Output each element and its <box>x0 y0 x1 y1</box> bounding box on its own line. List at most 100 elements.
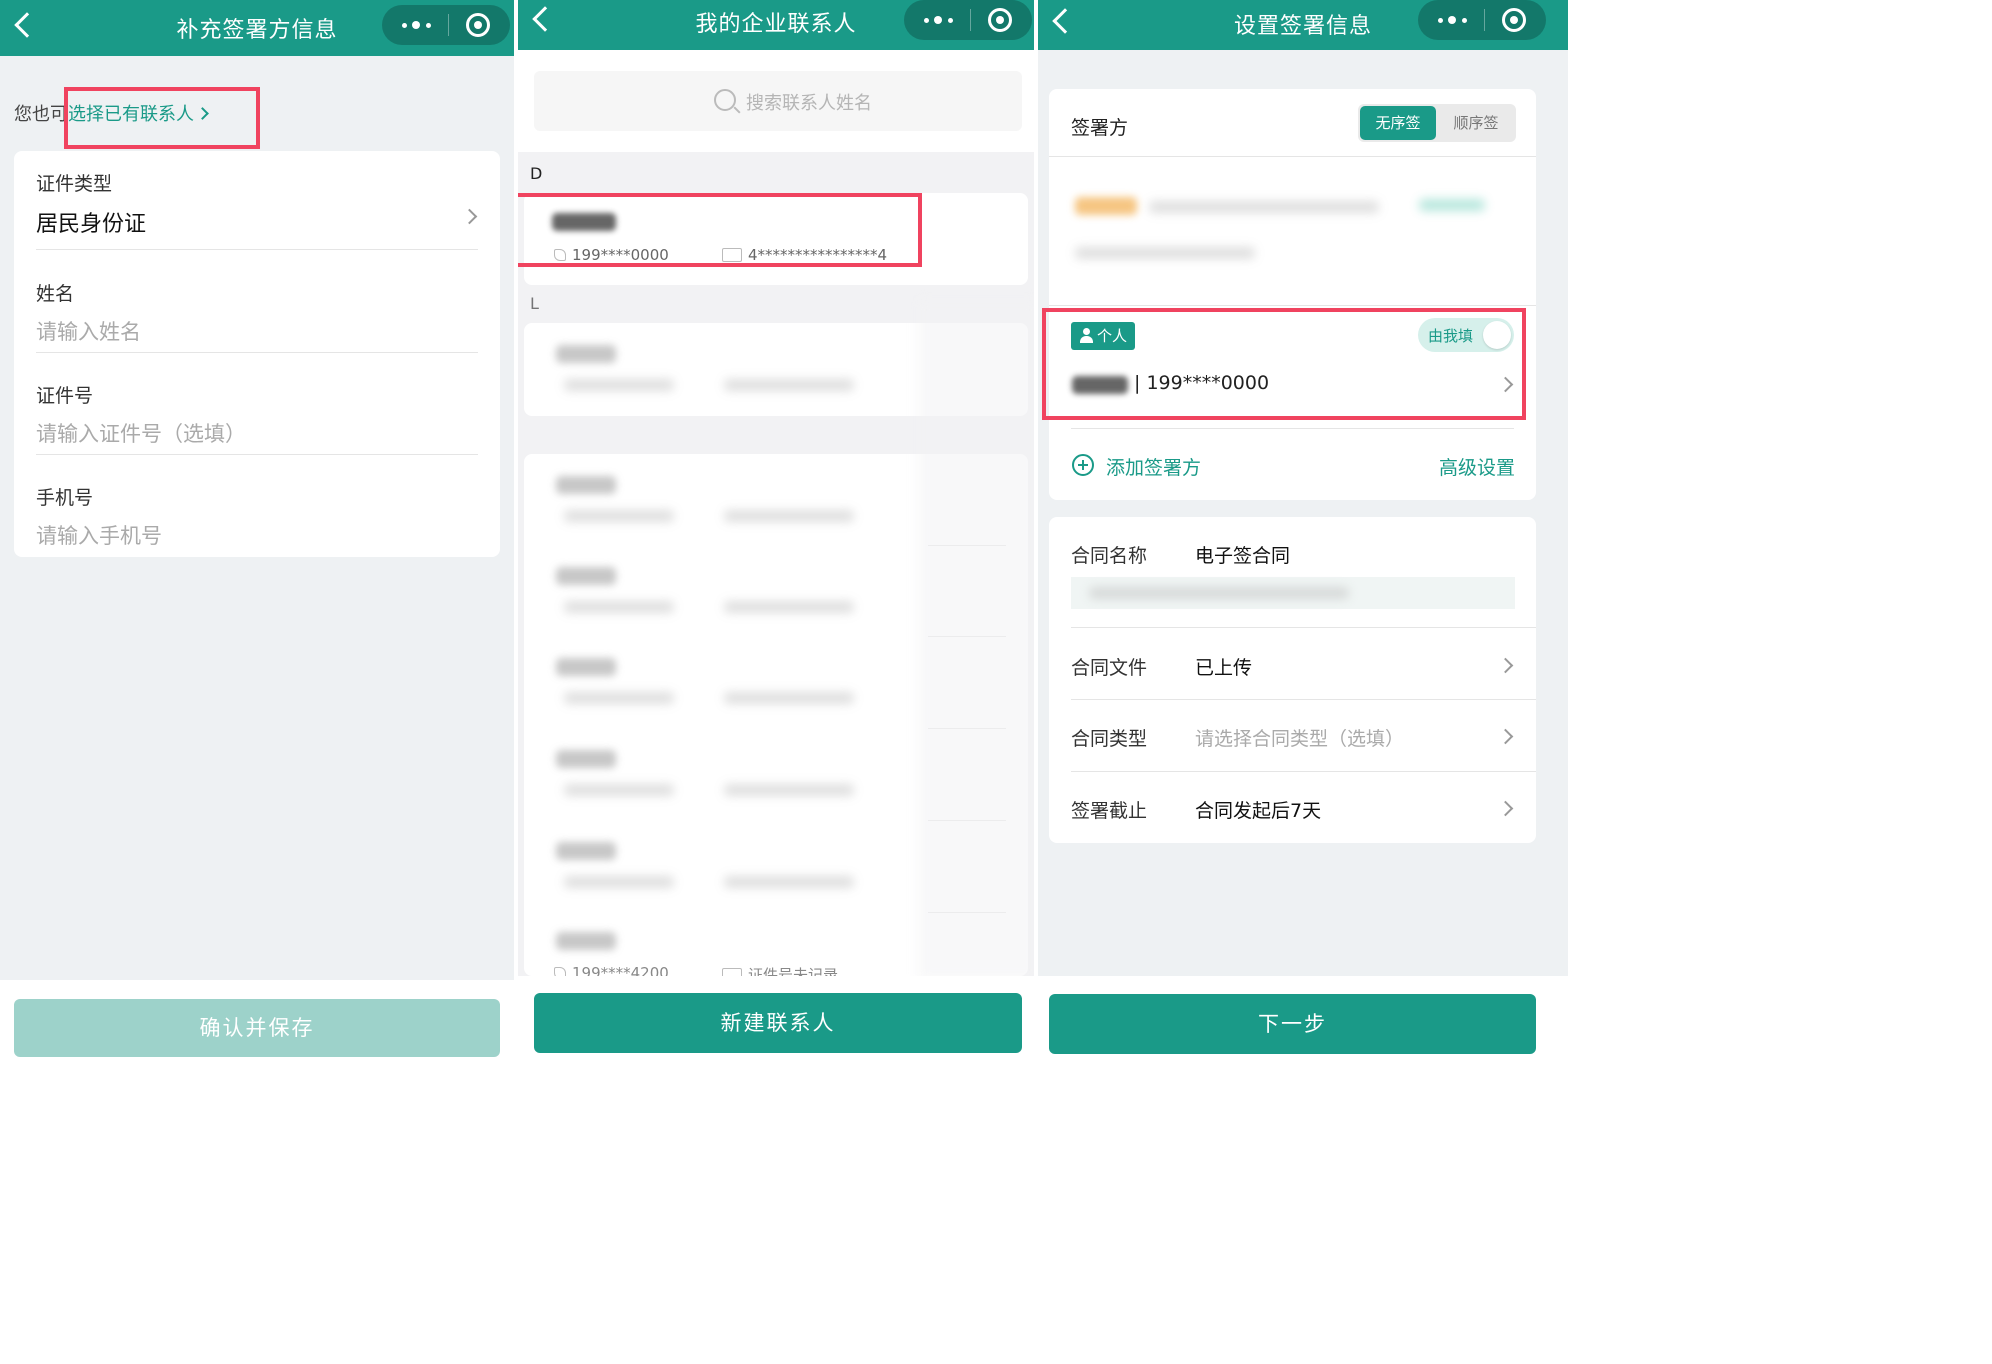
more-dots-icon[interactable] <box>1434 0 1480 40</box>
contact-name <box>552 213 616 231</box>
miniprogram-capsule <box>382 5 510 45</box>
enterprise-badge <box>1075 197 1137 215</box>
divider <box>1049 305 1536 306</box>
add-signer-link[interactable]: 添加签署方 <box>1106 453 1201 480</box>
close-target-icon[interactable] <box>1502 8 1526 32</box>
set-signing-info-screen: 设置签署信息 签署方 无序签 顺序签 个人 由我填 | 199****0000 … <box>1038 0 1568 1075</box>
divider <box>36 454 478 455</box>
capsule-divider <box>970 9 971 31</box>
contact-item[interactable]: 199****0000 4****************4 <box>524 193 1028 285</box>
contact-name <box>556 658 616 676</box>
contract-card: 合同名称 电子签合同 合同文件 已上传 合同类型 请选择合同类型（选填） 签署截… <box>1049 517 1536 843</box>
section-letter-d: D <box>530 164 543 183</box>
chevron-right-icon[interactable] <box>1497 728 1514 745</box>
contact-phone <box>564 784 674 796</box>
toggle-knob <box>1483 321 1511 349</box>
divider <box>36 352 478 353</box>
phone-icon <box>554 249 566 261</box>
field-label: 姓名 <box>36 283 75 305</box>
contact-name <box>556 345 616 363</box>
id-type-field[interactable]: 证件类型 居民身份证 <box>36 169 478 238</box>
supplement-signer-screen: 补充签署方信息 您也可选择已有联系人 证件类型 居民身份证 姓名 请输入姓名 证… <box>0 0 514 1075</box>
contact-phone <box>564 692 674 704</box>
contact-id <box>724 601 854 613</box>
contact-phone <box>564 601 674 613</box>
contact-id <box>724 379 854 391</box>
three-screen-composite: 补充签署方信息 您也可选择已有联系人 证件类型 居民身份证 姓名 请输入姓名 证… <box>0 0 1568 1075</box>
field-label: 手机号 <box>36 487 94 509</box>
divider <box>1071 771 1536 772</box>
chevron-right-icon[interactable] <box>1497 800 1514 817</box>
id-number-field[interactable]: 证件号 请输入证件号（选填） <box>36 381 478 448</box>
new-contact-button[interactable]: 新建联系人 <box>534 993 1022 1053</box>
fill-by-me-toggle[interactable]: 由我填 <box>1418 318 1514 352</box>
contract-file-label: 合同文件 <box>1071 657 1148 679</box>
phone-field[interactable]: 手机号 请输入手机号 <box>36 483 478 550</box>
contact-phone <box>564 876 674 888</box>
contact-id <box>724 510 854 522</box>
blur-overlay <box>918 300 1034 980</box>
contact-phone <box>564 510 674 522</box>
select-contact-hint: 您也可选择已有联系人 <box>14 100 209 126</box>
select-existing-contact-link[interactable]: 选择已有联系人 <box>68 104 209 125</box>
person-icon <box>1080 328 1093 344</box>
search-icon <box>714 89 736 111</box>
contract-file-value[interactable]: 已上传 <box>1195 653 1252 680</box>
enterprise-status <box>1419 199 1485 211</box>
divider <box>1071 428 1514 429</box>
contract-type-value[interactable]: 请选择合同类型（选填） <box>1195 724 1404 751</box>
contact-phone <box>564 379 674 391</box>
name-input[interactable]: 请输入姓名 <box>36 316 478 346</box>
more-dots-icon[interactable] <box>398 5 444 45</box>
contact-name <box>556 750 616 768</box>
nav-bar: 补充签署方信息 <box>0 0 514 56</box>
contract-desc <box>1089 587 1349 599</box>
divider <box>36 249 478 250</box>
contact-phone: 199****0000 <box>554 246 669 264</box>
close-target-icon[interactable] <box>466 13 490 37</box>
signer-label: 签署方 <box>1071 117 1129 139</box>
miniprogram-capsule <box>1418 0 1546 40</box>
enterprise-contacts-screen: 我的企业联系人 搜索联系人姓名 D 199****0000 4*********… <box>518 0 1034 1075</box>
personal-badge: 个人 <box>1071 322 1135 350</box>
toggle-label: 由我填 <box>1428 327 1474 345</box>
unordered-sign-tab[interactable]: 无序签 <box>1360 106 1436 140</box>
divider <box>1071 699 1536 700</box>
nav-bar: 设置签署信息 <box>1038 0 1568 50</box>
name-field[interactable]: 姓名 请输入姓名 <box>36 279 478 346</box>
next-step-button[interactable]: 下一步 <box>1049 994 1536 1054</box>
more-dots-icon[interactable] <box>920 0 966 40</box>
advanced-settings-link[interactable]: 高级设置 <box>1439 453 1515 480</box>
contact-id: 4****************4 <box>722 246 887 264</box>
ordered-sign-tab[interactable]: 顺序签 <box>1438 106 1514 140</box>
sign-deadline-value[interactable]: 合同发起后7天 <box>1195 796 1321 823</box>
enterprise-contact <box>1075 247 1255 259</box>
signer-phone: | 199****0000 <box>1134 372 1270 394</box>
id-type-value: 居民身份证 <box>36 212 147 237</box>
link-text: 选择已有联系人 <box>68 104 194 125</box>
divider <box>1049 156 1536 157</box>
hint-prefix: 您也可 <box>14 104 68 125</box>
chevron-right-icon[interactable] <box>1497 657 1514 674</box>
contact-id <box>724 784 854 796</box>
capsule-divider <box>448 14 449 36</box>
contact-name <box>556 476 616 494</box>
contract-name-label: 合同名称 <box>1071 545 1148 567</box>
confirm-save-button[interactable]: 确认并保存 <box>14 999 500 1057</box>
signer-form-card: 证件类型 居民身份证 姓名 请输入姓名 证件号 请输入证件号（选填） 手机号 请… <box>14 151 500 557</box>
field-label: 证件号 <box>36 385 94 407</box>
id-number-input[interactable]: 请输入证件号（选填） <box>36 418 478 448</box>
add-circle-icon[interactable] <box>1072 454 1094 476</box>
contact-id <box>724 876 854 888</box>
close-target-icon[interactable] <box>988 8 1012 32</box>
chevron-right-icon <box>196 107 209 120</box>
contract-desc-bar <box>1071 577 1515 609</box>
signer-card: 签署方 无序签 顺序签 <box>1049 89 1536 500</box>
sign-order-segment: 无序签 顺序签 <box>1358 104 1516 142</box>
phone-input[interactable]: 请输入手机号 <box>36 520 478 550</box>
contact-name <box>556 567 616 585</box>
contract-name-value[interactable]: 电子签合同 <box>1195 541 1290 568</box>
capsule-divider <box>1484 9 1485 31</box>
field-label: 证件类型 <box>36 173 113 195</box>
search-input[interactable]: 搜索联系人姓名 <box>534 71 1022 131</box>
